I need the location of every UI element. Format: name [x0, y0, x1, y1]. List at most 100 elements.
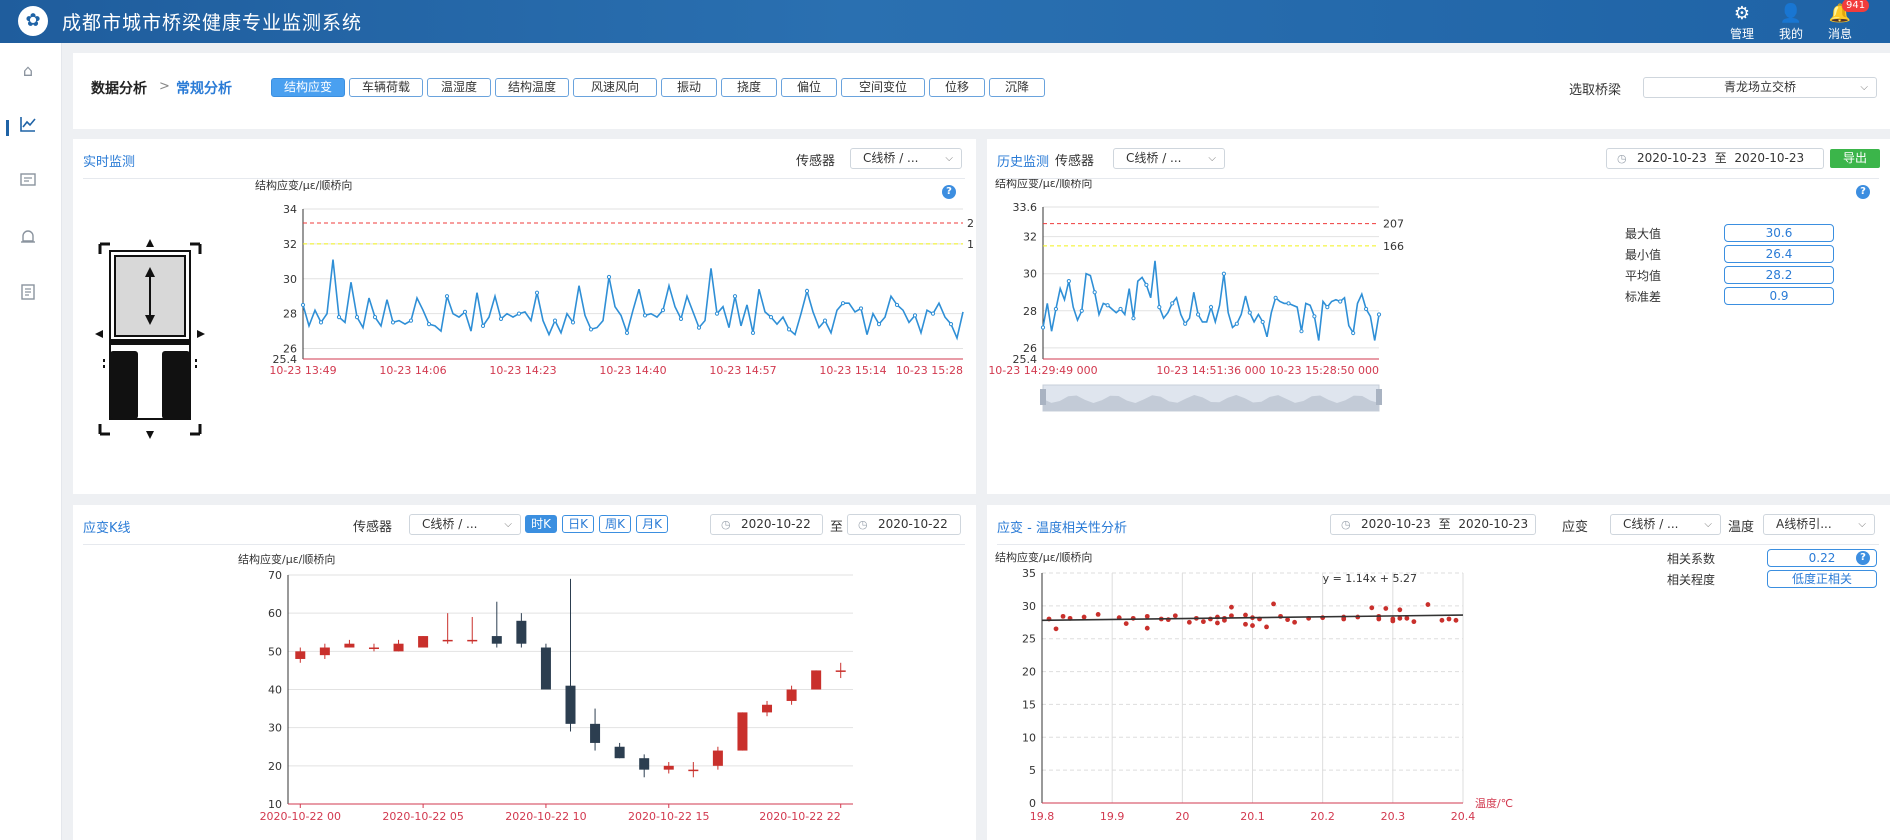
scatter-point: [1215, 620, 1220, 626]
series-point: [1170, 301, 1175, 306]
series-point: [1183, 321, 1188, 326]
stat-value: 26.4: [1724, 245, 1834, 263]
tab-10[interactable]: 沉降: [989, 78, 1045, 97]
bridge-select[interactable]: 青龙场立交桥 ⌵: [1643, 77, 1877, 98]
scatter-point: [1369, 605, 1375, 611]
y-tick-label: 20: [1022, 666, 1036, 679]
y-tick-label: 30: [268, 722, 282, 735]
kline-date-end[interactable]: ◷ 2020-10-22: [847, 514, 961, 535]
strain-sensor-value: C线桥 / ...: [1623, 517, 1679, 531]
series-point: [1234, 321, 1239, 326]
history-date-range[interactable]: ◷ 2020-10-23 至 2020-10-23: [1606, 148, 1824, 169]
y-axis-title: 结构应变/με/顺桥向: [238, 552, 335, 566]
scatter-point: [1186, 619, 1192, 625]
clock-icon: ◷: [1341, 518, 1351, 531]
series-point: [1144, 282, 1149, 287]
series-point: [822, 318, 828, 323]
y-tick-label: 30: [283, 273, 297, 286]
report-icon[interactable]: [16, 283, 40, 307]
breadcrumb-root[interactable]: 数据分析: [91, 78, 147, 98]
export-button[interactable]: 导出: [1830, 149, 1880, 168]
kline-period-1[interactable]: 日K: [562, 515, 594, 533]
monitor-icon[interactable]: [16, 171, 40, 195]
y-tick-label: 5: [1029, 764, 1036, 777]
series-point: [516, 311, 522, 316]
scatter-point: [1271, 601, 1276, 607]
tab-9[interactable]: 位移: [929, 78, 985, 97]
message-button[interactable]: 🔔 941 消息: [1820, 0, 1870, 42]
series-point: [606, 274, 612, 280]
scatter-point: [1243, 621, 1248, 627]
scatter-point: [1264, 624, 1269, 630]
y-tick-label: 34: [283, 203, 297, 216]
tab-2[interactable]: 温湿度: [427, 78, 491, 97]
series-point: [624, 330, 630, 335]
kline-date-start[interactable]: ◷ 2020-10-22: [710, 514, 823, 535]
analysis-chart-icon[interactable]: [16, 115, 40, 139]
tab-3[interactable]: 结构温度: [495, 78, 569, 97]
kline-sensor-value: C线桥 / ...: [422, 517, 478, 531]
tab-6[interactable]: 挠度: [721, 78, 777, 97]
threshold-label: 166: [967, 238, 973, 251]
tab-5[interactable]: 振动: [661, 78, 717, 97]
y-tick-label: 32: [1023, 231, 1037, 244]
candle-body: [811, 670, 822, 690]
kline-sensor-select[interactable]: C线桥 / ... ⌵: [409, 514, 521, 535]
candle-body: [393, 643, 404, 652]
kline-period-0[interactable]: 时K: [525, 515, 557, 533]
series-point: [588, 327, 594, 332]
app-header: ✿ 成都市城市桥梁健康专业监测系统 ⚙ 管理 👤 我的 🔔 941 消息: [0, 0, 1890, 43]
x-tick-label: 20.1: [1240, 810, 1265, 823]
candle-body: [442, 639, 453, 642]
x-tick-label: 2020-10-22 05: [382, 810, 463, 823]
tab-0[interactable]: 结构应变: [271, 78, 345, 97]
series-point: [678, 316, 684, 321]
sidebar-active-marker: [6, 120, 9, 136]
app-title: 成都市城市桥梁健康专业监测系统: [62, 12, 363, 34]
breadcrumb-separator: >: [159, 79, 170, 94]
scatter-point: [1397, 607, 1403, 613]
alarm-icon[interactable]: [16, 227, 40, 251]
temperature-sensor-select[interactable]: A线桥引... ⌵: [1763, 514, 1875, 535]
kline-date-sep: 至: [830, 520, 844, 535]
candle-body: [368, 647, 379, 650]
clock-icon: ◷: [1617, 152, 1627, 165]
chevron-down-icon: ⌵: [1208, 153, 1216, 164]
kline-period-3[interactable]: 月K: [636, 515, 668, 533]
scatter-point: [1060, 613, 1066, 619]
series-point: [1092, 290, 1097, 295]
kline-period-2[interactable]: 周K: [599, 515, 631, 533]
strain-gauge-sensor-icon: [95, 239, 205, 439]
series-point: [1325, 304, 1330, 310]
candle-body: [319, 647, 330, 656]
tab-7[interactable]: 偏位: [781, 78, 837, 97]
candle-body: [590, 723, 601, 743]
home-icon[interactable]: ⌂: [16, 59, 40, 83]
series-point: [1260, 319, 1265, 325]
kline-panel: 应变K线 传感器 C线桥 / ... ⌵ 时K 日K 周K 月K ◷ 2020-10-…: [73, 505, 976, 840]
series-point: [804, 288, 810, 294]
realtime-sensor-select[interactable]: C线桥 / ... ⌵: [850, 148, 962, 169]
correlation-date-range[interactable]: ◷ 2020-10-23 至 2020-10-23: [1330, 514, 1536, 535]
series-point: [1351, 330, 1356, 336]
scatter-point: [1130, 615, 1136, 621]
series-point: [390, 320, 396, 325]
x-tick-label: 10-23 15:14: [819, 364, 886, 377]
tab-1[interactable]: 车辆荷载: [349, 78, 423, 97]
help-icon[interactable]: ?: [1856, 185, 1870, 199]
clock-icon: ◷: [721, 518, 731, 531]
mine-button[interactable]: 👤 我的: [1771, 3, 1811, 42]
series-point: [696, 325, 702, 330]
strain-sensor-select[interactable]: C线桥 / ... ⌵: [1610, 514, 1721, 535]
tab-4[interactable]: 风速风向: [573, 78, 657, 97]
candle-body: [614, 746, 625, 759]
tab-8[interactable]: 空间变位: [841, 78, 925, 97]
y-tick-label: 15: [1022, 698, 1036, 711]
x-tick-label: 10-23 15:28: [896, 364, 963, 377]
history-sensor-select[interactable]: C线桥 / ... ⌵: [1113, 148, 1225, 169]
manage-button[interactable]: ⚙ 管理: [1722, 3, 1762, 42]
series-line: [1042, 260, 1380, 341]
scatter-point: [1446, 616, 1452, 622]
series-point: [894, 302, 900, 308]
candle-body: [467, 639, 478, 642]
